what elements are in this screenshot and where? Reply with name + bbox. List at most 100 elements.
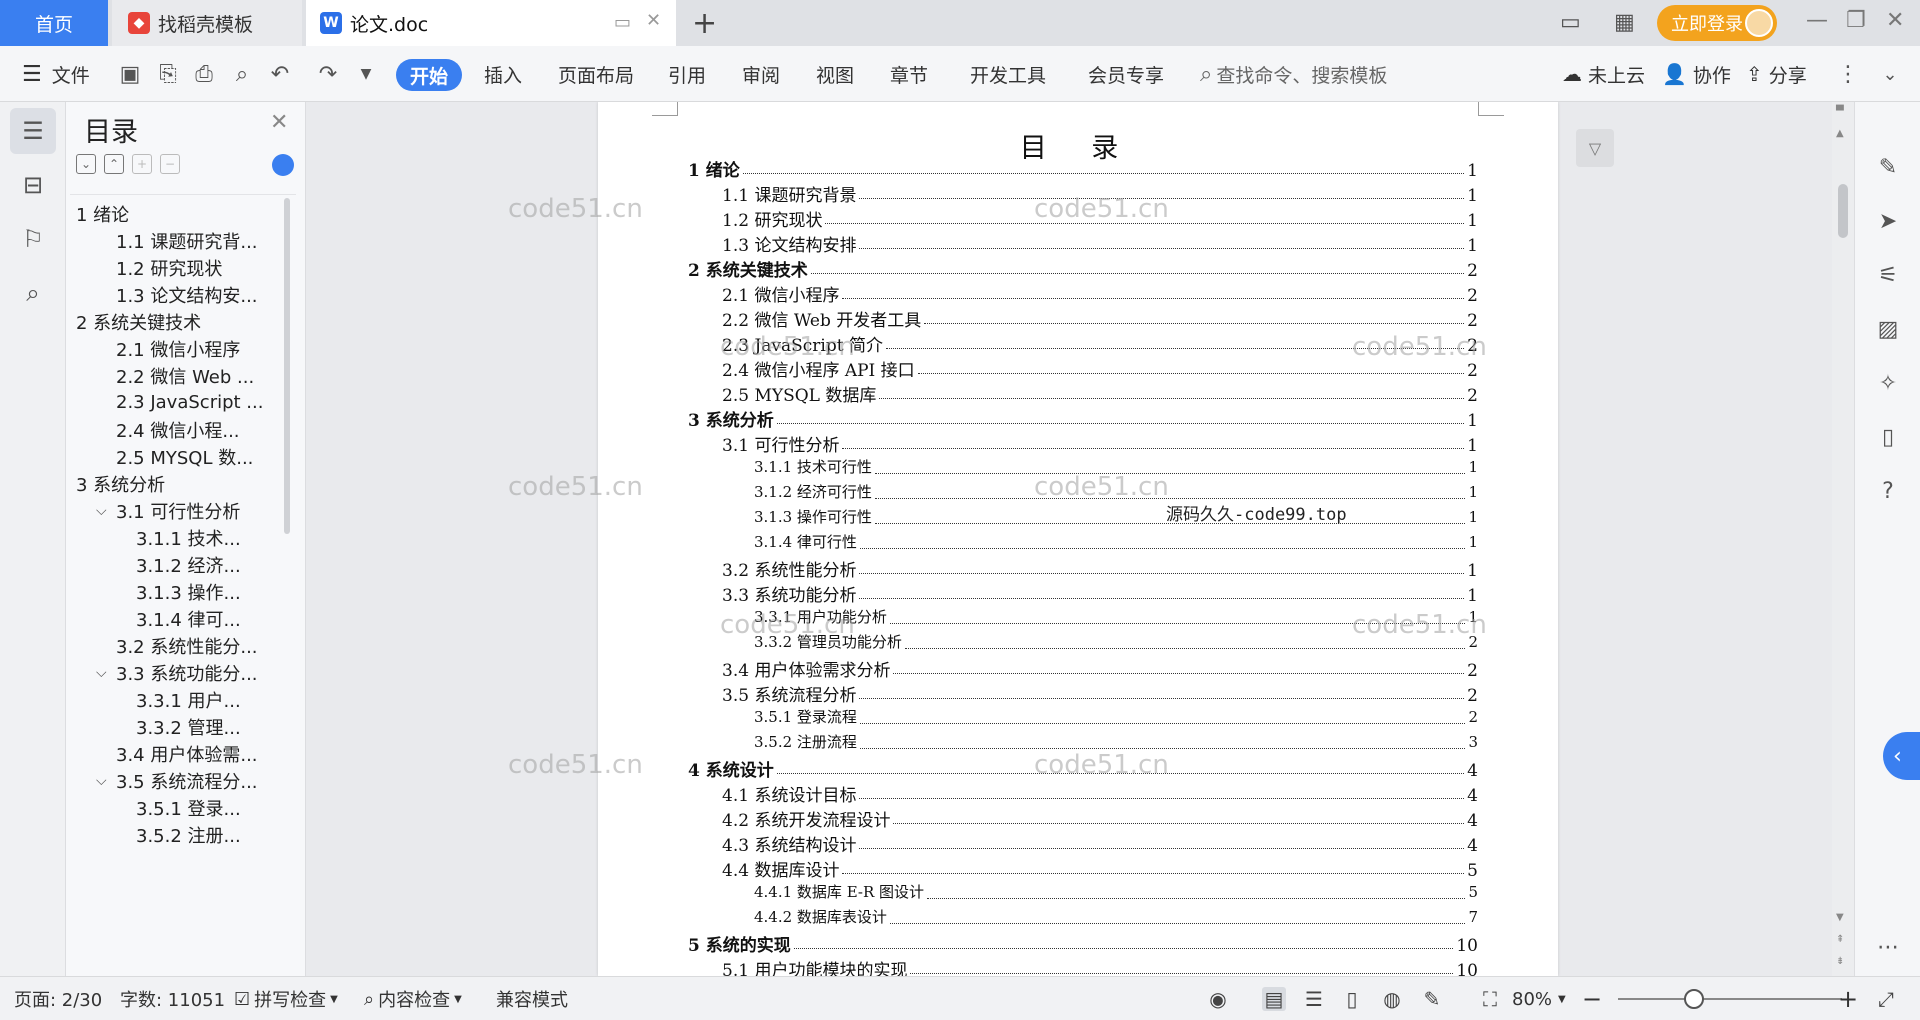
- toc-entry[interactable]: 4.4 数据库设计 5: [722, 856, 1478, 881]
- toc-entry[interactable]: 2.5 MYSQL 数据库 2: [722, 381, 1478, 406]
- close-window-icon[interactable]: ✕: [1886, 8, 1904, 33]
- menu-chapter[interactable]: 章节: [890, 46, 928, 102]
- print-preview-icon[interactable]: ⌕: [228, 60, 256, 88]
- chevron-down-icon[interactable]: ⌵: [96, 503, 116, 519]
- toc-entry[interactable]: 5.1 用户功能模块的实现 10: [722, 956, 1478, 976]
- toc-entry[interactable]: 3.3 系统功能分析 1: [722, 581, 1478, 606]
- chevron-down-icon[interactable]: ▼: [352, 60, 380, 88]
- share-button[interactable]: ⇪ 分享: [1746, 46, 1807, 102]
- prev-page-icon[interactable]: ⇞: [1836, 934, 1844, 945]
- menu-developer[interactable]: 开发工具: [970, 46, 1046, 102]
- toc-entry[interactable]: 3.5 系统流程分析 2: [722, 681, 1478, 706]
- toc-entry[interactable]: 4.4.1 数据库 E-R 图设计 5: [754, 881, 1478, 905]
- zoom-level[interactable]: 80% ▼: [1512, 977, 1566, 1020]
- toc-entry[interactable]: 3.1.4 律可行性 1: [754, 531, 1478, 555]
- page-indicator[interactable]: 页面: 2/30: [14, 977, 102, 1020]
- toc-entry[interactable]: 5 系统的实现 10: [688, 931, 1478, 956]
- minimize-icon[interactable]: —: [1806, 8, 1828, 33]
- write-mode-icon[interactable]: ✎: [1420, 987, 1444, 1011]
- spell-check-button[interactable]: ☑ 拼写检查 ▼: [234, 977, 338, 1020]
- save-icon[interactable]: ▣: [116, 60, 144, 88]
- more-options-icon[interactable]: ⋯: [1873, 932, 1903, 962]
- toc-entry[interactable]: 1.3 论文结构安排 1: [722, 231, 1478, 256]
- chevron-down-icon[interactable]: ⌵: [96, 773, 116, 789]
- sidebar-toc-item[interactable]: 3.5.2 注册...: [136, 818, 286, 851]
- layout-icon[interactable]: ▭: [1560, 10, 1581, 35]
- toc-entry[interactable]: 1.1 课题研究背景 1: [722, 181, 1478, 206]
- toc-entry[interactable]: 3.3.2 管理员功能分析 2: [754, 631, 1478, 655]
- eye-protection-icon[interactable]: ◉: [1206, 987, 1230, 1011]
- outline-view-icon[interactable]: ☰: [1302, 987, 1326, 1011]
- ai-assistant-icon[interactable]: ✧: [1873, 368, 1903, 398]
- toc-entry[interactable]: 1 绪论 1: [688, 156, 1478, 181]
- toc-entry[interactable]: 2.4 微信小程序 API 接口 2: [722, 356, 1478, 381]
- toc-entry[interactable]: 4.1 系统设计目标 4: [722, 781, 1478, 806]
- book-search-icon[interactable]: ▯: [1873, 422, 1903, 452]
- add-heading-icon[interactable]: +: [132, 154, 152, 174]
- zoom-in-icon[interactable]: +: [1838, 977, 1858, 1020]
- scroll-thumb[interactable]: [1838, 184, 1848, 238]
- close-tab-icon[interactable]: ✕: [646, 10, 661, 31]
- toc-entry[interactable]: 4.2 系统开发流程设计 4: [722, 806, 1478, 831]
- toc-entry[interactable]: 2.1 微信小程序 2: [722, 281, 1478, 306]
- toc-entry[interactable]: 4.4.2 数据库表设计 7: [754, 906, 1478, 930]
- scroll-down-icon[interactable]: ▼: [1836, 912, 1844, 923]
- document-page[interactable]: 目 录 1 绪论 1 1.1 课题研究背景 1 1.2 研究现状 1 1.3 论文结构安排 1…: [598, 102, 1558, 976]
- word-count[interactable]: 字数: 11051: [120, 977, 225, 1020]
- toc-entry[interactable]: 4 系统设计 4: [688, 756, 1478, 781]
- web-view-icon[interactable]: ◍: [1380, 987, 1404, 1011]
- monitor-icon[interactable]: ▭: [614, 12, 631, 33]
- toc-entry[interactable]: 3.1.3 操作可行性 1: [754, 506, 1478, 530]
- vertical-scrollbar[interactable]: ▀ ▲ ▼ ⇞ ⇟: [1832, 102, 1854, 976]
- pen-icon[interactable]: ✎: [1873, 152, 1903, 182]
- menu-page-layout[interactable]: 页面布局: [558, 46, 634, 102]
- undo-icon[interactable]: ↶: [266, 60, 294, 88]
- login-button[interactable]: 立即登录: [1657, 5, 1777, 41]
- menu-member[interactable]: 会员专享: [1088, 46, 1164, 102]
- menu-references[interactable]: 引用: [668, 46, 706, 102]
- bookmark-icon[interactable]: ⚐: [10, 216, 56, 262]
- reading-view-icon[interactable]: ▯: [1340, 987, 1364, 1011]
- collapse-ribbon-icon[interactable]: ⌄: [1876, 60, 1904, 88]
- expand-all-icon[interactable]: ⌄: [76, 154, 96, 174]
- menu-start[interactable]: 开始: [396, 59, 462, 91]
- command-search[interactable]: ⌕ 查找命令、搜索模板: [1200, 46, 1387, 102]
- close-icon[interactable]: ✕: [270, 110, 288, 135]
- toc-entry[interactable]: 3.5.2 注册流程 3: [754, 731, 1478, 755]
- menu-review[interactable]: 审阅: [742, 46, 780, 102]
- collab-button[interactable]: 👤 协作: [1662, 46, 1731, 102]
- grid-apps-icon[interactable]: ▦: [1614, 10, 1635, 35]
- scroll-top-icon[interactable]: ▀: [1836, 106, 1844, 117]
- fit-page-icon[interactable]: ⛶: [1478, 987, 1502, 1011]
- scroll-up-icon[interactable]: ▲: [1836, 128, 1844, 139]
- chapter-nav-icon[interactable]: ⊟: [10, 162, 56, 208]
- toc-panel-icon[interactable]: ☰: [10, 108, 56, 154]
- toc-entry[interactable]: 3.3.1 用户功能分析 1: [754, 606, 1478, 630]
- toc-entry[interactable]: 3.2 系统性能分析 1: [722, 556, 1478, 581]
- page-view-icon[interactable]: ▤: [1262, 987, 1286, 1011]
- zoom-slider-knob[interactable]: [1684, 989, 1704, 1009]
- tab-home[interactable]: 首页: [0, 0, 108, 46]
- menu-insert[interactable]: 插入: [484, 46, 522, 102]
- restore-icon[interactable]: ❐: [1846, 8, 1866, 33]
- collapse-all-icon[interactable]: ⌃: [104, 154, 124, 174]
- image-edit-icon[interactable]: ▨: [1873, 314, 1903, 344]
- zoom-out-icon[interactable]: −: [1582, 977, 1602, 1020]
- export-icon[interactable]: ⎘: [154, 60, 182, 88]
- select-pointer-icon[interactable]: ➤: [1873, 206, 1903, 236]
- redo-icon[interactable]: ↷: [314, 60, 342, 88]
- toc-entry[interactable]: 3.5.1 登录流程 2: [754, 706, 1478, 730]
- sidebar-scrollbar[interactable]: [284, 198, 290, 534]
- toc-entry[interactable]: 4.3 系统结构设计 4: [722, 831, 1478, 856]
- expand-panel-tab[interactable]: ‹: [1883, 732, 1920, 780]
- filter-icon[interactable]: ▽: [1576, 129, 1614, 167]
- toc-entry[interactable]: 3.1.1 技术可行性 1: [754, 456, 1478, 480]
- smart-toc-toggle-icon[interactable]: [272, 154, 294, 176]
- remove-heading-icon[interactable]: −: [160, 154, 180, 174]
- tab-document[interactable]: W 论文.doc ▭ ✕: [306, 0, 676, 46]
- next-page-icon[interactable]: ⇟: [1836, 956, 1844, 967]
- toc-entry[interactable]: 3 系统分析 1: [688, 406, 1478, 431]
- toc-entry[interactable]: 2.3 JavaScript 简介 2: [722, 331, 1478, 356]
- content-check-button[interactable]: ⌕ 内容检查 ▼: [364, 977, 462, 1020]
- new-tab-icon[interactable]: +: [692, 6, 717, 41]
